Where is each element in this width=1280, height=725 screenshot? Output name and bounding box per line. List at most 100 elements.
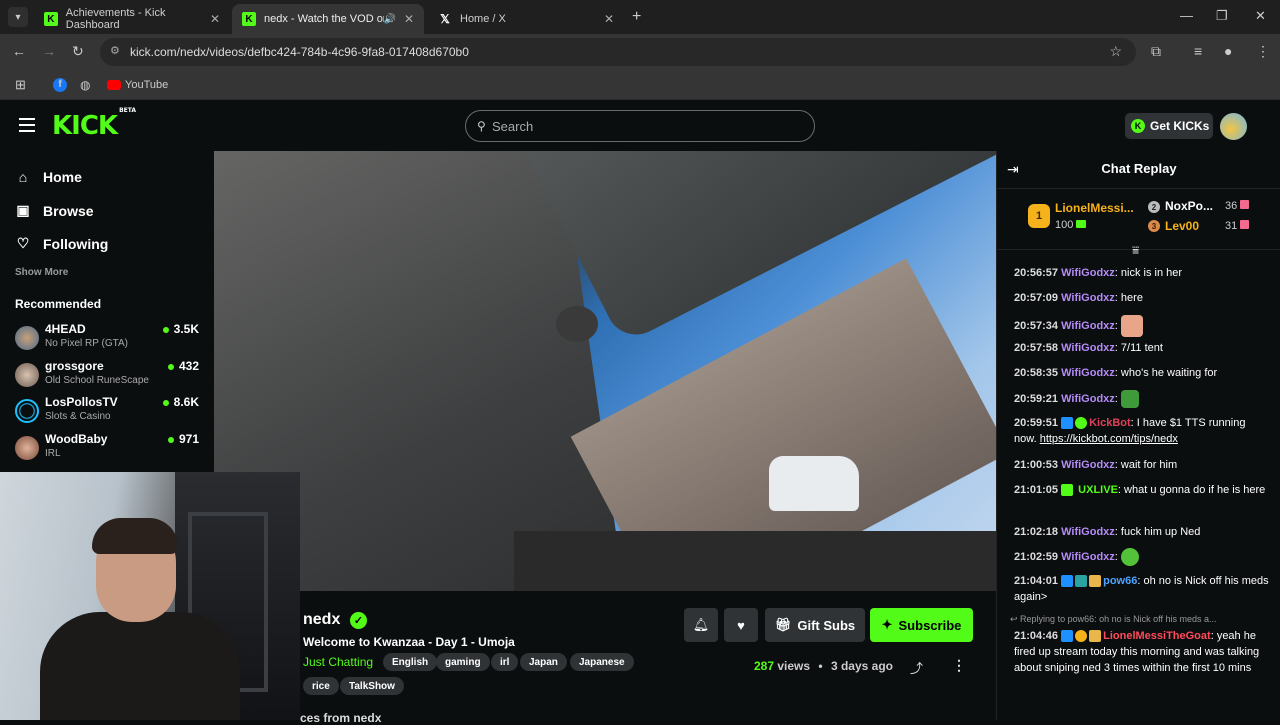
msg-user[interactable]: WifiGodxz [1061, 342, 1115, 354]
reload-icon[interactable]: ↻ [72, 43, 84, 60]
kick-logo[interactable]: KICKBETA [52, 107, 136, 141]
apps-grid-icon[interactable]: ⊞ [15, 77, 26, 93]
chat-message: 20:56:57 WifiGodxz: nick is in her [1014, 267, 1183, 279]
bookmark-star-icon[interactable]: ☆ [1109, 43, 1122, 60]
bookmark-youtube[interactable]: YouTube [125, 79, 168, 91]
sidebar-channel-woodbaby[interactable]: WoodBaby IRL 971 [15, 432, 201, 466]
profile-icon[interactable]: ● [1224, 43, 1232, 59]
extensions-icon[interactable]: ⧉ [1151, 43, 1161, 60]
msg-user[interactable]: WifiGodxz [1061, 551, 1115, 563]
msg-user[interactable]: UXLIVE [1078, 484, 1118, 496]
sidebar-item-home[interactable]: ⌂ Home [15, 169, 82, 185]
more-options-icon[interactable]: ⋮ [952, 657, 966, 674]
webcam-overlay [0, 472, 300, 720]
facebook-icon[interactable]: f [53, 77, 67, 92]
msg-user[interactable]: WifiGodxz [1061, 292, 1115, 304]
audio-playing-icon[interactable]: 🔊 [384, 14, 396, 25]
leader-name[interactable]: Lev00 [1165, 219, 1199, 233]
msg-user[interactable]: WifiGodxz [1061, 393, 1115, 405]
search-input[interactable]: ⚲ Search [465, 110, 815, 142]
menu-icon[interactable] [19, 118, 35, 132]
subscribe-label: Subscribe [898, 617, 962, 633]
msg-time: 20:57:58 [1014, 342, 1059, 354]
sidebar-channel-grossgore[interactable]: grossgore Old School RuneScape 432 [15, 359, 201, 393]
search-icon: ⚲ [477, 119, 486, 133]
channel-category: IRL [45, 448, 61, 459]
minimize-icon[interactable]: — [1180, 8, 1193, 23]
msg-user[interactable]: KickBot [1089, 417, 1131, 429]
browser-menu-icon[interactable]: ⋮ [1256, 43, 1270, 60]
close-tab-icon[interactable]: ✕ [604, 12, 614, 26]
face-emote-icon [1120, 315, 1143, 337]
nav-label: Following [43, 235, 109, 252]
follow-button[interactable]: ♥ [724, 608, 758, 642]
msg-link[interactable]: https://kickbot.com/tips/nedx [1040, 433, 1178, 445]
msg-user[interactable]: WifiGodxz [1061, 320, 1115, 332]
msg-text: fuck him up Ned [1120, 526, 1201, 538]
forward-icon[interactable]: → [42, 43, 56, 59]
browser-tab-nedx[interactable]: K nedx - Watch the VOD on Kick 🔊 ✕ [232, 4, 424, 34]
sidebar-channel-4head[interactable]: 4HEAD No Pixel RP (GTA) 3.5K [15, 322, 201, 356]
close-tab-icon[interactable]: ✕ [210, 12, 220, 26]
subscribe-button[interactable]: ✦ Subscribe [870, 608, 973, 642]
leader-name[interactable]: NoxPo... [1165, 199, 1213, 213]
notification-bell-button[interactable]: 🔔︎ [684, 608, 718, 642]
msg-user[interactable]: WifiGodxz [1061, 367, 1115, 379]
gift-subs-button[interactable]: 🎁︎ Gift Subs [765, 608, 865, 642]
channel-category: No Pixel RP (GTA) [45, 338, 128, 349]
sidebar-channel-lospollostv[interactable]: LosPollosTV Slots & Casino 8.6K [15, 395, 201, 429]
browser-tab-achievements[interactable]: K Achievements - Kick Dashboard ✕ [34, 4, 230, 34]
tag-chip[interactable]: rice [303, 677, 339, 695]
msg-user[interactable]: WifiGodxz [1061, 267, 1115, 279]
globe-icon[interactable]: ◍ [80, 78, 90, 92]
video-player[interactable] [214, 151, 996, 591]
show-more-link[interactable]: Show More [15, 267, 68, 278]
get-kicks-button[interactable]: K Get KICKs [1125, 113, 1213, 139]
sidebar-item-browse[interactable]: ▣ Browse [15, 202, 93, 219]
browser-tab-x[interactable]: 𝕏 Home / X ✕ [428, 4, 624, 34]
tag-chip[interactable]: gaming [436, 653, 490, 671]
pinned-toggle-icon[interactable]: ⩸ [1132, 243, 1139, 258]
back-icon[interactable]: ← [12, 43, 26, 59]
tab-search-dropdown-icon[interactable]: ▾ [8, 7, 28, 27]
kicks-coin-icon: K [1131, 119, 1145, 133]
sidebar-item-following[interactable]: ♡ Following [15, 235, 109, 252]
msg-user[interactable]: WifiGodxz [1061, 459, 1115, 471]
kick-favicon-icon: K [44, 12, 58, 26]
channel-name: 4HEAD [45, 322, 86, 336]
tag-chip[interactable]: irl [491, 653, 519, 671]
site-info-icon[interactable]: ⚙ [110, 44, 120, 57]
msg-user[interactable]: WifiGodxz [1061, 526, 1115, 538]
msg-time: 20:59:21 [1014, 392, 1059, 405]
tag-chip[interactable]: TalkShow [340, 677, 404, 695]
video-title: Welcome to Kwanzaa - Day 1 - Umoja [303, 635, 515, 649]
close-tab-icon[interactable]: ✕ [404, 12, 414, 26]
search-placeholder: Search [492, 118, 534, 134]
chat-message: 21:01:05 UXLIVE: what u gonna do if he i… [1014, 484, 1266, 497]
maximize-icon[interactable]: ❐ [1216, 8, 1228, 24]
new-tab-icon[interactable]: + [632, 8, 641, 26]
media-control-icon[interactable]: ≡ [1194, 43, 1202, 59]
tag-chip[interactable]: Japan [520, 653, 567, 671]
msg-time: 20:58:35 [1014, 367, 1059, 379]
avatar [15, 326, 39, 350]
heart-icon: ♥ [737, 617, 745, 633]
msg-user[interactable]: pow66 [1103, 575, 1137, 587]
leader-amount-value: 100 [1055, 219, 1074, 231]
tag-chip[interactable]: English [383, 653, 438, 671]
video-frame-ground [514, 531, 996, 591]
sub-badge-icon [1061, 484, 1074, 497]
msg-text: wait for him [1120, 459, 1178, 471]
share-icon[interactable]: ⤴ [910, 658, 923, 677]
category-link[interactable]: Just Chatting [303, 655, 373, 669]
tag-chip[interactable]: Japanese [570, 653, 634, 671]
url-field[interactable]: ⚙ kick.com/nedx/videos/defbc424-784b-4c9… [100, 38, 1136, 66]
leader-name[interactable]: LionelMessi... [1055, 201, 1134, 215]
left-sidebar: ⌂ Home ▣ Browse ♡ Following Show More Recom… [0, 151, 214, 473]
user-avatar[interactable] [1220, 113, 1247, 140]
leader-amount-value: 31 [1225, 220, 1238, 232]
browse-icon: ▣ [16, 202, 30, 218]
msg-user[interactable]: LionelMessiTheGoat [1103, 630, 1211, 642]
close-window-icon[interactable]: ✕ [1255, 8, 1266, 24]
streamer-name[interactable]: nedx [303, 611, 340, 629]
